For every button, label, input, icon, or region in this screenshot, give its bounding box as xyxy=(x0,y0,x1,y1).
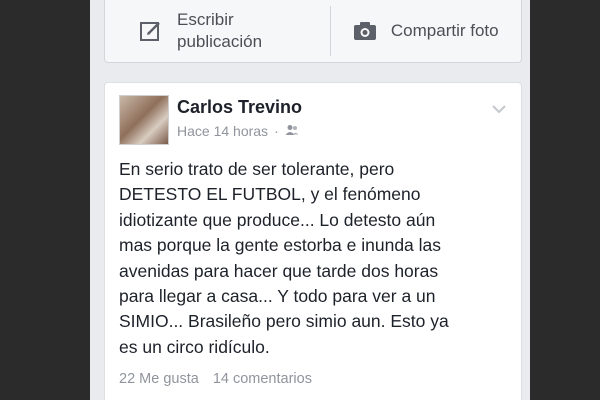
facebook-mobile-screen: Escribir publicación Compartir foto Carl… xyxy=(90,0,530,400)
share-photo-button[interactable]: Compartir foto xyxy=(331,0,522,62)
post-meta: Hace 14 horas · xyxy=(177,123,299,139)
comments-count[interactable]: 14 comentarios xyxy=(213,371,312,387)
camera-icon xyxy=(353,21,377,41)
avatar[interactable] xyxy=(119,95,169,145)
feed-post: Carlos Trevino Hace 14 horas · En serio … xyxy=(104,82,522,400)
post-time[interactable]: Hace 14 horas xyxy=(177,123,268,139)
post-composer: Escribir publicación Compartir foto xyxy=(104,0,522,63)
likes-count[interactable]: 22 Me gusta xyxy=(119,371,199,387)
write-post-label: Escribir publicación xyxy=(177,10,263,51)
share-photo-label: Compartir foto xyxy=(390,21,499,40)
meta-separator: · xyxy=(274,123,279,139)
chevron-down-icon[interactable] xyxy=(491,101,507,119)
post-author[interactable]: Carlos Trevino xyxy=(177,97,302,118)
post-text: En serio trato de ser tolerante, pero DE… xyxy=(119,159,449,357)
write-post-button[interactable]: Escribir publicación xyxy=(105,0,330,62)
edit-icon xyxy=(139,19,163,43)
post-stats: 22 Me gusta 14 comentarios xyxy=(119,371,312,387)
friends-icon xyxy=(285,123,299,139)
